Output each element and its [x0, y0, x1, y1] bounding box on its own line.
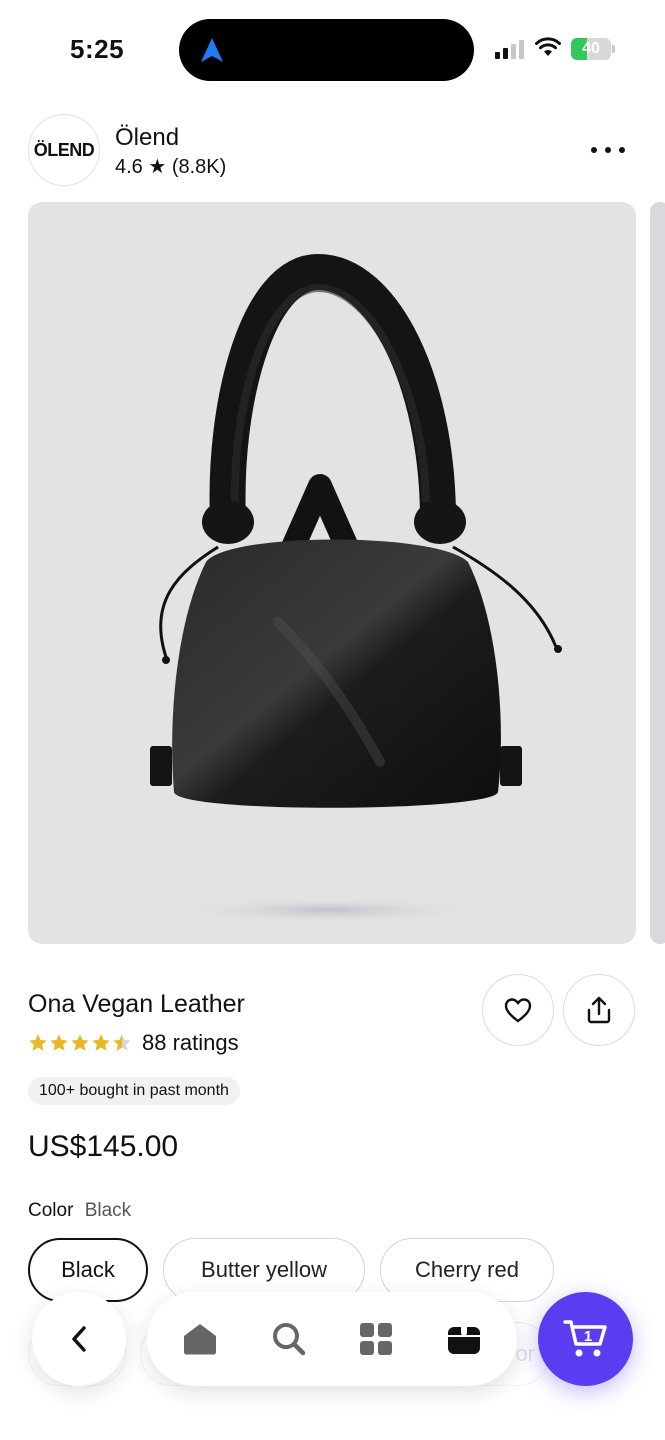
color-value: Black — [84, 1200, 132, 1221]
product-title: Ona Vegan Leather — [28, 990, 245, 1018]
home-icon — [184, 1324, 216, 1355]
color-label: Color — [28, 1200, 74, 1221]
next-image-peek[interactable] — [650, 202, 665, 944]
nav-search[interactable] — [269, 1319, 309, 1359]
wifi-icon — [535, 37, 561, 56]
heart-icon — [504, 998, 532, 1023]
shop-rating: 4.6 ★ (8.8K) — [115, 156, 227, 178]
battery-percent: 40 — [582, 40, 600, 57]
favorite-button[interactable] — [482, 974, 554, 1046]
nav-categories[interactable] — [356, 1319, 396, 1359]
product-image[interactable] — [28, 202, 636, 944]
signal-icon — [495, 40, 524, 59]
star-rating — [28, 1033, 132, 1053]
more-dot-icon — [591, 147, 597, 153]
more-dot-icon — [605, 147, 611, 153]
chevron-left-icon — [72, 1326, 86, 1352]
star-icon — [71, 1034, 89, 1051]
status-bar: 5:25 40 — [0, 0, 665, 92]
bought-badge: 100+ bought in past month — [28, 1077, 240, 1105]
categories-icon — [360, 1323, 392, 1355]
more-options-button[interactable] — [590, 138, 626, 162]
search-icon — [273, 1323, 306, 1356]
price: US$145.00 — [28, 1130, 179, 1163]
dynamic-island — [179, 19, 474, 81]
handbag-image — [150, 253, 562, 924]
star-icon — [92, 1034, 110, 1051]
product-rating[interactable]: 88 ratings — [28, 1030, 239, 1056]
star-icon — [29, 1034, 47, 1051]
cart-button[interactable]: 1 — [538, 1292, 633, 1386]
shop-name[interactable]: Ölend — [115, 124, 179, 152]
share-icon — [587, 996, 611, 1024]
share-button[interactable] — [563, 974, 635, 1046]
location-arrow-icon — [201, 38, 223, 62]
nav-orders[interactable] — [444, 1319, 484, 1359]
battery-icon: 40 — [571, 38, 615, 60]
back-button[interactable] — [32, 1292, 126, 1386]
cart-count-badge: 1 — [583, 1328, 593, 1345]
shop-header: ÖLEND Ölend 4.6 ★ (8.8K) — [28, 112, 638, 190]
star-icon — [113, 1034, 131, 1051]
bottom-nav — [147, 1292, 517, 1386]
ratings-count: 88 ratings — [142, 1030, 239, 1055]
nav-home[interactable] — [180, 1319, 220, 1359]
star-icon — [50, 1034, 68, 1051]
orders-icon — [448, 1324, 480, 1354]
more-dot-icon — [619, 147, 625, 153]
status-time: 5:25 — [70, 34, 125, 64]
shop-logo[interactable]: ÖLEND — [28, 114, 100, 186]
color-selection-label: Color Black — [28, 1200, 131, 1222]
